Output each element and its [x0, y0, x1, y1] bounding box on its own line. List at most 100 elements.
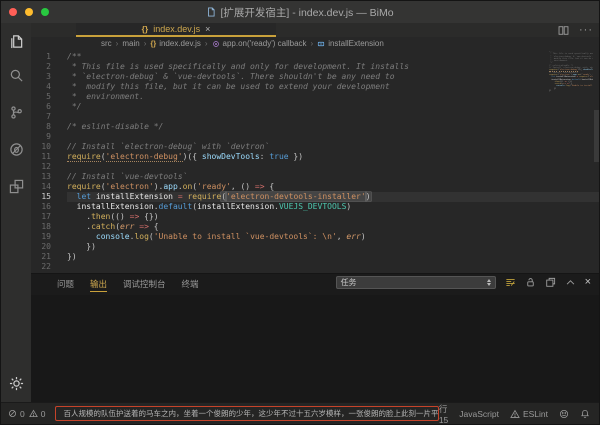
code-line[interactable]: })	[67, 242, 599, 252]
bell-status-item[interactable]	[580, 409, 590, 419]
line-number[interactable]: 14	[31, 182, 51, 192]
line-number[interactable]: 10	[31, 142, 51, 152]
status-label: ESLint	[523, 409, 548, 419]
code-line[interactable]: */	[67, 102, 599, 112]
clear-output-button[interactable]	[505, 277, 516, 288]
breadcrumb-separator: ›	[144, 39, 147, 48]
code-line[interactable]: * modify this file, but it can be used t…	[67, 82, 599, 92]
extensions-icon	[9, 179, 24, 194]
status-item-行-15[interactable]: 行 15	[439, 403, 448, 425]
more-actions-button[interactable]: ···	[579, 25, 593, 35]
breadcrumb-item-5[interactable]: installExtension	[317, 39, 384, 48]
line-number[interactable]: 16	[31, 202, 51, 212]
tab-index-dev-js[interactable]: {} index.dev.js ×	[76, 23, 276, 37]
code-token: ,	[337, 232, 347, 241]
breadcrumb-item-3[interactable]: {}index.dev.js	[150, 39, 201, 48]
activity-item-extensions[interactable]	[1, 168, 31, 205]
editor-scrollbar[interactable]	[594, 110, 599, 162]
warnings-status-item[interactable]: 0	[29, 409, 46, 419]
line-number[interactable]: 15	[31, 192, 51, 202]
code-line[interactable]: /* eslint-disable */	[67, 122, 599, 132]
breadcrumb-item-1[interactable]: src	[101, 39, 112, 48]
javascript-file-icon: {}	[150, 39, 156, 48]
code-token: /* eslint-disable */	[67, 122, 163, 131]
code-token: .	[67, 212, 91, 221]
panel-tab-3[interactable]: 调试控制台	[123, 276, 166, 292]
split-editor-button[interactable]	[558, 25, 569, 36]
line-number[interactable]: 19	[31, 232, 51, 242]
code-line[interactable]: * This file is used specifically and onl…	[67, 62, 599, 72]
line-number[interactable]: 13	[31, 172, 51, 182]
line-number[interactable]: 9	[31, 132, 51, 142]
code-editor[interactable]: 12345678910111213141516171819202122 /** …	[31, 50, 599, 273]
line-number[interactable]: 1	[31, 52, 51, 62]
code-line[interactable]: .catch(err => {	[67, 222, 599, 232]
line-number[interactable]: 22	[31, 262, 51, 272]
unlock-button[interactable]	[525, 277, 536, 288]
smiley-status-item[interactable]	[559, 409, 569, 419]
code-line[interactable]	[67, 162, 599, 172]
code-line[interactable]: })	[67, 252, 599, 262]
line-number[interactable]: 21	[31, 252, 51, 262]
code-line[interactable]: require('electron').app.on('ready', () =…	[67, 182, 599, 192]
code-line[interactable]: // Install `vue-devtools`	[67, 172, 599, 182]
output-panel-content[interactable]	[31, 295, 599, 406]
breadcrumb-item-4[interactable]: app.on('ready') callback	[212, 39, 307, 48]
line-number[interactable]: 11	[31, 152, 51, 162]
line-number[interactable]: 3	[31, 72, 51, 82]
line-number[interactable]: 20	[31, 242, 51, 252]
code-token: /**	[67, 52, 81, 61]
code-line[interactable]: installExtension.default(installExtensio…	[67, 202, 599, 212]
line-number[interactable]: 8	[31, 122, 51, 132]
activity-item-debug[interactable]	[1, 131, 31, 168]
breadcrumb-separator: ›	[116, 39, 119, 48]
activity-item-source-control[interactable]	[1, 94, 31, 131]
maximize-button[interactable]	[565, 277, 576, 288]
code-line[interactable]: * `electron-debug` & `vue-devtools`. The…	[67, 72, 599, 82]
line-number-gutter[interactable]: 12345678910111213141516171819202122	[31, 52, 51, 272]
panel-tab-4[interactable]: 终端	[182, 276, 199, 292]
minimap[interactable]: /** * This file is used specifically and…	[549, 51, 593, 111]
errors-status-item[interactable]: 0	[8, 409, 25, 419]
code-line[interactable]: // Install `electron-debug` with `devtro…	[67, 142, 599, 152]
unlock-icon	[525, 277, 536, 288]
line-number[interactable]: 2	[31, 62, 51, 72]
bottom-panel: 问题输出调试控制台终端 任务 ×	[31, 273, 599, 406]
code-line[interactable]: console.log('Unable to install `vue-devt…	[67, 232, 599, 242]
breadcrumb-item-2[interactable]: main	[122, 39, 139, 48]
line-number[interactable]: 5	[31, 92, 51, 102]
line-number[interactable]: 12	[31, 162, 51, 172]
activity-item-explorer[interactable]	[1, 25, 31, 57]
code-line[interactable]: .then(() => {})	[67, 212, 599, 222]
activity-item-settings[interactable]	[1, 367, 31, 399]
line-number[interactable]: 18	[31, 222, 51, 232]
line-number[interactable]: 4	[31, 82, 51, 92]
code-line[interactable]	[67, 262, 599, 272]
open-log-icon	[545, 277, 556, 288]
novel-reader-status-item[interactable]: 百人规模的队伍护送着的马车之内，坐着一个俊朗的少年，这少年不过十五六岁模样，一张…	[55, 406, 438, 421]
open-log-button[interactable]	[545, 277, 556, 288]
close-button[interactable]: ×	[585, 277, 591, 288]
code-line[interactable]	[67, 132, 599, 142]
tab-label: index.dev.js	[153, 24, 200, 34]
close-tab-icon[interactable]: ×	[205, 24, 210, 34]
maximize-icon	[565, 277, 576, 288]
code-line[interactable]: let installExtension = require('electron…	[67, 192, 599, 202]
code-token: let	[77, 192, 91, 201]
status-item-eslint[interactable]: ESLint	[510, 409, 548, 419]
line-number[interactable]: 6	[31, 102, 51, 112]
status-item-javascript[interactable]: JavaScript	[459, 409, 499, 419]
breadcrumb-separator: ›	[205, 39, 208, 48]
line-number[interactable]: 7	[31, 112, 51, 122]
output-channel-select[interactable]: 任务	[336, 276, 496, 289]
line-number[interactable]: 17	[31, 212, 51, 222]
activity-item-search[interactable]	[1, 57, 31, 94]
panel-tab-2[interactable]: 输出	[90, 276, 107, 292]
code-line[interactable]: * environment.	[67, 92, 599, 102]
panel-tab-1[interactable]: 问题	[57, 276, 74, 292]
code-line[interactable]: /**	[67, 52, 599, 62]
title-bar[interactable]: [扩展开发宿主] - index.dev.js — BiMo	[1, 1, 599, 24]
code-line[interactable]: require('electron-debug')({ showDevTools…	[67, 152, 599, 162]
code-line[interactable]	[67, 112, 599, 122]
minimap-line: })	[549, 90, 593, 92]
